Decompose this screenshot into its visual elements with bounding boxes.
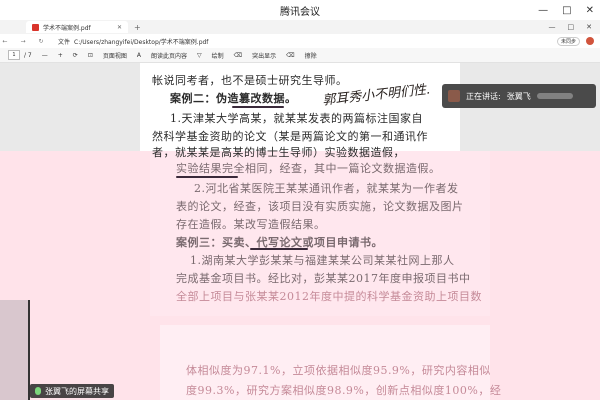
doc-line: 者，就某某是高某的博士生导师）实验数据造假， [152, 146, 405, 159]
browser-tab[interactable]: 学术不端案例.pdf ✕ [26, 21, 128, 33]
doc-line: 存在造假。某改写造假结果。 [176, 218, 326, 231]
handwritten-underline [250, 248, 308, 250]
browser-minimize-icon[interactable]: — [549, 23, 556, 31]
browser-close-icon[interactable]: ✕ [586, 23, 592, 31]
doc-heading: 案例二：伪造篡改数据。 [170, 92, 297, 105]
draw-button[interactable]: 绘制 [212, 51, 224, 60]
sync-status-button[interactable]: 未同步 [556, 36, 580, 46]
draw-erase-icon[interactable]: ⌫ [234, 52, 242, 59]
tab-close-icon[interactable]: ✕ [117, 24, 122, 31]
minimize-icon[interactable]: — [538, 5, 548, 16]
fit-page-button[interactable]: ⊡ [88, 52, 93, 59]
doc-line: 帐说同考者，也不是硕士研究生导师。 [152, 74, 348, 87]
tencent-meeting-window: 腾讯会议 — □ ✕ 学术不端案例.pdf ✕ + — □ ✕ ← → ↻ 文件… [0, 0, 600, 400]
pdf-toolbar: 1 / 7 — + ⟳ ⊡ 页面视图 A 朗读此页内容 ▽ 绘制 ⌫ 突出显示 … [0, 48, 600, 63]
doc-line: 然科学基金资助的论文（某是两篇论文的第一和通讯作 [152, 130, 428, 143]
zoom-in-button[interactable]: + [58, 52, 63, 59]
page-navigator: 1 / 7 [8, 50, 32, 60]
meeting-titlebar: 腾讯会议 — □ ✕ [0, 0, 600, 21]
address-prefix: 文件 [58, 38, 71, 46]
doc-line: 完成基金项目书。经比对，彭某某2017年度申报项目书中 [176, 272, 471, 285]
profile-area: 未同步 [556, 36, 594, 46]
profile-avatar[interactable] [586, 37, 594, 45]
shared-screen-area: 学术不端案例.pdf ✕ + — □ ✕ ← → ↻ 文件 C:/Users/z… [0, 20, 600, 400]
doc-line: 实验结果完全相同，经查，其中一篇论文数据造假。 [176, 162, 441, 175]
highlight-erase-icon[interactable]: ⌫ [286, 52, 294, 59]
maximize-icon[interactable]: □ [562, 5, 571, 16]
browser-window-controls: — □ ✕ [549, 23, 593, 31]
back-icon[interactable]: ← [0, 38, 10, 45]
speaker-avatar [448, 90, 460, 102]
address-text: C:/Users/zhangyifei/Desktop/学术不端案例.pdf [74, 38, 209, 46]
read-aloud-button[interactable]: 朗读此页内容 [151, 51, 187, 60]
screen-share-owner: 张翼飞的屏幕共享 [45, 386, 109, 396]
zoom-out-button[interactable]: — [42, 52, 48, 59]
speaker-name: 张翼飞 [506, 91, 531, 101]
meeting-title: 腾讯会议 [280, 6, 320, 18]
doc-line: 2.河北省某医院王某某通讯作者，就某某为一作者发 [194, 182, 459, 195]
erase-button[interactable]: 擦除 [305, 51, 317, 60]
new-tab-icon[interactable]: + [134, 23, 141, 32]
screen-share-label: 张翼飞的屏幕共享 [30, 384, 114, 398]
highlight-button[interactable]: 突出显示 [252, 51, 276, 60]
doc-line: 全部上项目与张某某2012年度中提的科学基金资助上项目数 [176, 290, 482, 303]
pdf-file-icon [32, 23, 39, 31]
speaker-indicator: 正在讲话: 张翼飞 [442, 84, 596, 108]
browser-maximize-icon[interactable]: □ [568, 23, 575, 31]
doc-line: 1.湖南某大学彭某某与福建某某公司某某社网上那人 [190, 254, 455, 267]
page-view-button[interactable]: 页面视图 [103, 51, 127, 60]
meeting-window-controls: — □ ✕ [538, 0, 594, 20]
browser-tabbar: 学术不端案例.pdf ✕ + — □ ✕ [0, 20, 600, 34]
forward-icon[interactable]: → [18, 38, 28, 45]
draw-dropdown-icon[interactable]: ▽ [197, 52, 202, 59]
doc-line: 表的论文，经查，该项目没有实质实施，论文数据及图片 [176, 200, 464, 213]
doc-line: 度99.3%，研究方案相似度98.9%，创新点相似度100%，经 [186, 384, 502, 397]
doc-line: 体相似度为97.1%，立项依据相似度95.9%，研究内容相似 [186, 364, 491, 377]
handwritten-underline [176, 176, 238, 178]
microphone-icon [35, 387, 41, 395]
handwritten-underline [232, 106, 284, 108]
left-edge-region [0, 300, 30, 400]
close-icon[interactable]: ✕ [586, 5, 594, 16]
rotate-button[interactable]: ⟳ [73, 52, 78, 59]
browser-addressbar: ← → ↻ 文件 C:/Users/zhangyifei/Desktop/学术不… [0, 34, 600, 48]
doc-line: 1.天津某大学高某，就某某发表的两篇标注国家自 [170, 112, 423, 125]
page-number-input[interactable]: 1 [8, 50, 20, 60]
speaker-label: 正在讲话: [466, 91, 501, 101]
refresh-icon[interactable]: ↻ [36, 38, 46, 45]
page-total: / 7 [24, 51, 32, 59]
tab-title: 学术不端案例.pdf [43, 24, 91, 32]
speaker-extra-blur [536, 93, 573, 99]
address-field[interactable]: 文件 C:/Users/zhangyifei/Desktop/学术不端案例.pd… [58, 37, 208, 46]
read-aloud-icon[interactable]: A [137, 52, 141, 59]
